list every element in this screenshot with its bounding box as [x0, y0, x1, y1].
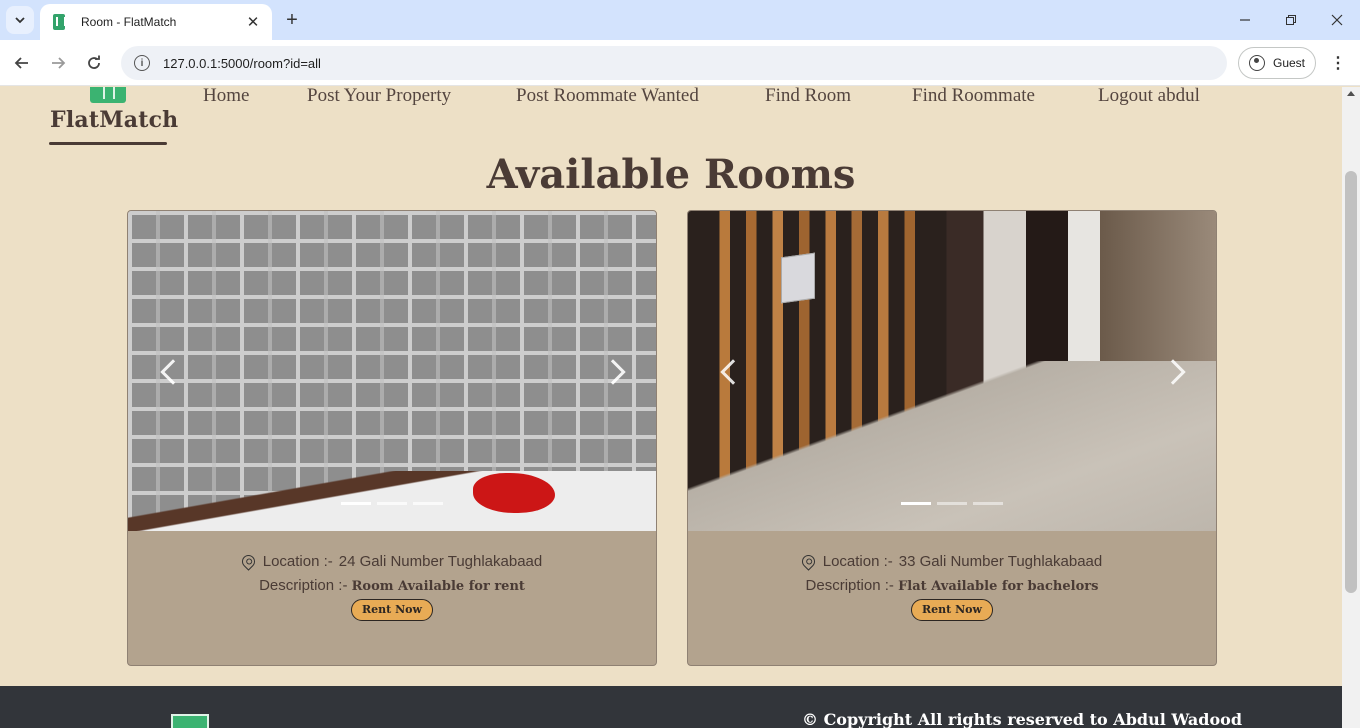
favicon-icon [53, 14, 66, 30]
rent-now-button[interactable]: Rent Now [351, 599, 433, 621]
address-bar[interactable]: i 127.0.0.1:5000/room?id=all [121, 46, 1227, 80]
site-logo[interactable]: FlatMatch [50, 107, 178, 133]
nav-find-roommate[interactable]: Find Roommate [912, 87, 1035, 109]
close-icon[interactable]: ✕ [244, 13, 262, 31]
room-description: Description :- Room Available for rent [128, 577, 656, 594]
location-pin-icon [239, 552, 258, 571]
location-pin-icon [799, 552, 818, 571]
site-footer: © Copyright All rights reserved to Abdul… [0, 686, 1342, 728]
carousel-indicator[interactable] [413, 502, 443, 505]
kebab-menu-icon[interactable]: ⋮ [1328, 52, 1348, 74]
arrow-right-icon[interactable] [47, 52, 69, 74]
room-location: Location :- 24 Gali Number Tughlakabaad [128, 552, 656, 571]
plus-icon[interactable]: + [282, 8, 302, 32]
carousel-indicator[interactable] [937, 502, 967, 505]
carousel-indicators [341, 502, 443, 505]
profile-button[interactable]: Guest [1238, 47, 1316, 79]
profile-label: Guest [1273, 56, 1306, 70]
page-title: Available Rooms [486, 151, 856, 198]
carousel-indicator[interactable] [377, 502, 407, 505]
minimize-icon[interactable] [1230, 8, 1260, 32]
browser-tab-bar: Room - FlatMatch ✕ + [0, 0, 1360, 40]
page-scrollbar[interactable] [1342, 87, 1360, 728]
location-label: Location :- [822, 553, 893, 570]
description-value: Room Available for rent [351, 579, 525, 594]
carousel-indicator[interactable] [973, 502, 1003, 505]
carousel-indicators [901, 502, 1003, 505]
carousel-indicator[interactable] [341, 502, 371, 505]
url-text[interactable]: 127.0.0.1:5000/room?id=all [163, 56, 321, 71]
footer-copyright: © Copyright All rights reserved to Abdul… [802, 710, 1243, 728]
room-description: Description :- Flat Available for bachel… [688, 577, 1216, 594]
logo-icon [90, 87, 126, 103]
location-value: 24 Gali Number Tughlakabaad [338, 553, 543, 570]
rent-now-button[interactable]: Rent Now [911, 599, 993, 621]
logo-underline [49, 142, 167, 145]
location-value: 33 Gali Number Tughlakabaad [898, 553, 1103, 570]
page-viewport: FlatMatch Home Post Your Property Post R… [0, 87, 1342, 728]
browser-tab[interactable]: Room - FlatMatch ✕ [40, 4, 272, 40]
reload-icon[interactable] [83, 52, 105, 74]
browser-toolbar: i 127.0.0.1:5000/room?id=all Guest ⋮ [0, 40, 1360, 86]
profile-icon [1249, 55, 1265, 71]
room-card: Location :- 33 Gali Number Tughlakabaad … [687, 210, 1217, 666]
room-location: Location :- 33 Gali Number Tughlakabaad [688, 552, 1216, 571]
room-image-carousel [688, 211, 1216, 531]
scroll-up-icon[interactable] [1347, 91, 1355, 96]
footer-logo-icon [171, 714, 209, 728]
nav-home[interactable]: Home [203, 87, 249, 109]
site-info-icon[interactable]: i [134, 55, 150, 71]
arrow-left-icon[interactable] [11, 52, 33, 74]
nav-logout[interactable]: Logout abdul [1098, 87, 1200, 109]
description-label: Description :- [805, 577, 894, 594]
scrollbar-thumb[interactable] [1345, 171, 1357, 593]
tab-title: Room - FlatMatch [81, 15, 177, 29]
room-image-carousel [128, 211, 656, 531]
nav-find-room[interactable]: Find Room [765, 87, 851, 109]
restore-icon[interactable] [1276, 8, 1306, 32]
room-card-body: Location :- 33 Gali Number Tughlakabaad … [688, 531, 1216, 621]
room-card-body: Location :- 24 Gali Number Tughlakabaad … [128, 531, 656, 621]
nav-post-roommate-wanted[interactable]: Post Roommate Wanted [516, 87, 699, 109]
window-close-icon[interactable] [1322, 8, 1352, 32]
room-card: Location :- 24 Gali Number Tughlakabaad … [127, 210, 657, 666]
nav-post-your-property[interactable]: Post Your Property [307, 87, 451, 109]
location-label: Location :- [262, 553, 333, 570]
chevron-down-icon[interactable] [6, 6, 34, 34]
carousel-indicator[interactable] [901, 502, 931, 505]
description-value: Flat Available for bachelors [898, 579, 1099, 594]
description-label: Description :- [259, 577, 348, 594]
